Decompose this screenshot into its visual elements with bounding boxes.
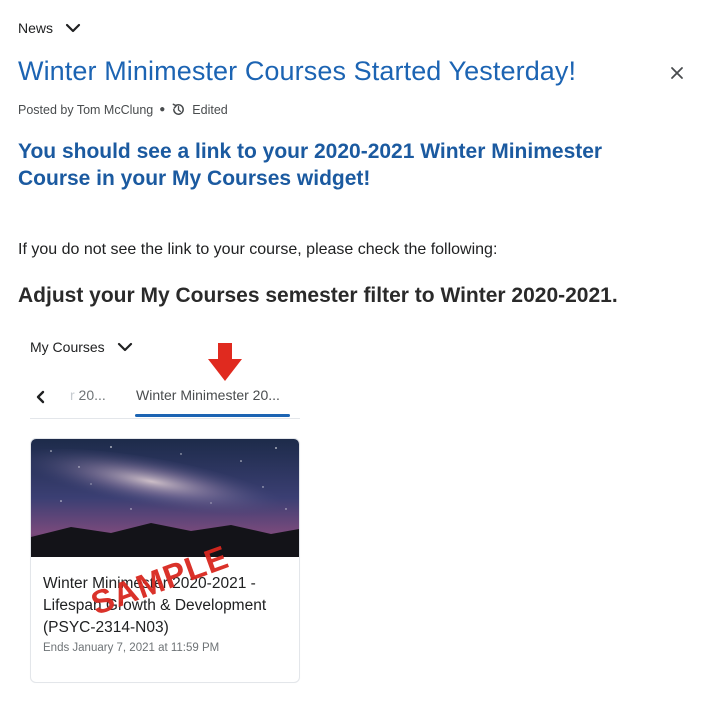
adjust-filter-heading: Adjust your My Courses semester filter t… — [18, 284, 618, 307]
post-meta: Posted by Tom McClung ● Edited — [18, 102, 228, 117]
active-tab-indicator — [135, 414, 290, 417]
news-dropdown[interactable]: News — [18, 20, 81, 36]
edited-label: Edited — [192, 102, 228, 117]
my-courses-label: My Courses — [30, 339, 105, 355]
article-title: Winter Minimester Courses Started Yester… — [18, 56, 577, 86]
semester-tabs: r 20... Winter Minimester 20... — [30, 380, 300, 419]
red-arrow-down-icon — [208, 343, 242, 381]
tab-previous-semester[interactable]: r 20... — [70, 387, 106, 403]
tab-scroll-left-button[interactable] — [30, 386, 52, 408]
article-intro: If you do not see the link to your cours… — [18, 241, 498, 258]
close-icon — [671, 67, 683, 79]
news-label: News — [18, 20, 54, 36]
article-headline: You should see a link to your 2020-2021 … — [18, 140, 603, 190]
chevron-down-icon — [117, 342, 132, 352]
close-button[interactable] — [664, 60, 690, 86]
course-image — [31, 439, 299, 557]
chevron-left-icon — [36, 390, 45, 404]
course-card[interactable]: Winter Minimester 2020-2021 - Lifespan G… — [30, 438, 300, 683]
my-courses-dropdown[interactable]: My Courses — [30, 339, 133, 355]
tab-winter-minimester[interactable]: Winter Minimester 20... — [136, 387, 280, 403]
chevron-down-icon — [65, 23, 81, 33]
course-end-date: Ends January 7, 2021 at 11:59 PM — [43, 642, 220, 654]
separator-dot: ● — [159, 104, 166, 115]
posted-by: Posted by Tom McClung — [18, 102, 154, 117]
edited-icon — [172, 103, 185, 115]
